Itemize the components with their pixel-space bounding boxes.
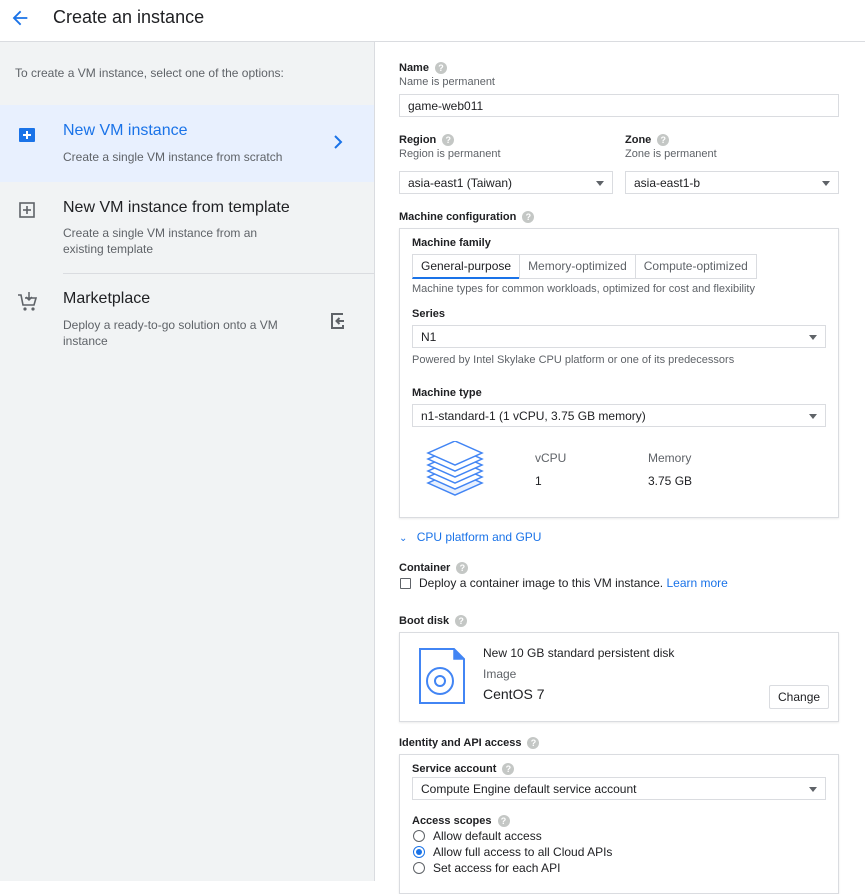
learn-more-link[interactable]: Learn more <box>666 576 727 590</box>
help-icon[interactable]: ? <box>502 763 515 776</box>
machine-type-label: Machine type <box>412 387 482 399</box>
help-icon[interactable]: ? <box>442 134 455 147</box>
container-label: Container? <box>399 562 469 575</box>
boot-disk-card: New 10 GB standard persistent disk Image… <box>399 632 839 722</box>
image-label: Image <box>483 667 517 681</box>
name-input[interactable]: game-web011 <box>399 94 839 117</box>
option-desc: Create a single VM instance from scratch <box>63 150 283 164</box>
help-icon[interactable]: ? <box>522 211 535 224</box>
region-sub: Region is permanent <box>399 148 501 160</box>
tab-compute-optimized[interactable]: Compute-optimized <box>634 254 757 279</box>
series-label: Series <box>412 308 446 320</box>
help-icon[interactable]: ? <box>434 62 447 75</box>
series-desc: Powered by Intel Skylake CPU platform or… <box>412 354 735 366</box>
expand-chevron-icon: ⌄ <box>399 533 408 544</box>
identity-card: Service account? Compute Engine default … <box>399 754 839 894</box>
region-label: Region? <box>399 134 455 147</box>
dropdown-arrow-icon <box>809 414 817 419</box>
image-value: CentOS 7 <box>483 686 545 702</box>
scope-option-label: Set access for each API <box>433 861 561 875</box>
machine-stack-icon <box>426 441 484 496</box>
boot-disk-desc: New 10 GB standard persistent disk <box>483 646 675 660</box>
help-icon[interactable]: ? <box>455 615 468 628</box>
machine-family-label: Machine family <box>412 237 491 249</box>
memory-label: Memory <box>648 451 692 465</box>
service-account-select[interactable]: Compute Engine default service account <box>412 777 826 800</box>
scope-radio-full[interactable] <box>413 846 425 858</box>
scope-option-label: Allow full access to all Cloud APIs <box>433 845 613 859</box>
chevron-right-icon <box>334 135 343 149</box>
open-external-icon <box>331 313 344 329</box>
series-select[interactable]: N1 <box>412 325 826 348</box>
option-title: New VM instance from template <box>63 199 290 216</box>
tab-memory-optimized[interactable]: Memory-optimized <box>519 254 636 279</box>
machine-type-select[interactable]: n1-standard-1 (1 vCPU, 3.75 GB memory) <box>412 404 826 427</box>
tab-general-purpose[interactable]: General-purpose <box>412 254 521 279</box>
zone-select[interactable]: asia-east1-b <box>625 171 839 194</box>
disk-icon <box>419 648 465 704</box>
service-account-label: Service account? <box>412 763 515 776</box>
option-desc: Deploy a ready-to-go solution onto a VM … <box>63 318 278 348</box>
vcpu-value: 1 <box>535 474 542 488</box>
scope-radio-default[interactable] <box>413 830 425 842</box>
add-box-icon <box>19 128 35 142</box>
option-from-template[interactable]: New VM instance from template Create a s… <box>0 182 374 274</box>
machine-family-tabs: General-purpose Memory-optimized Compute… <box>412 254 757 279</box>
machine-config-label: Machine configuration? <box>399 211 535 224</box>
page-title: Create an instance <box>53 7 205 27</box>
option-desc: Create a single VM instance from an exis… <box>63 226 258 256</box>
options-panel: To create a VM instance, select one of t… <box>0 42 375 881</box>
options-intro: To create a VM instance, select one of t… <box>15 66 284 80</box>
dropdown-arrow-icon <box>809 335 817 340</box>
marketplace-cart-icon <box>18 292 38 311</box>
change-button[interactable]: Change <box>769 685 830 709</box>
boot-disk-label: Boot disk? <box>399 615 468 628</box>
top-bar: Create an instance <box>0 0 865 42</box>
option-title: New VM instance <box>63 122 188 139</box>
region-select[interactable]: asia-east1 (Taiwan) <box>399 171 613 194</box>
help-icon[interactable]: ? <box>497 815 510 828</box>
memory-value: 3.75 GB <box>648 474 693 488</box>
container-checkbox[interactable] <box>400 578 411 589</box>
container-checkbox-label: Deploy a container image to this VM inst… <box>419 576 728 590</box>
template-add-icon <box>19 202 35 218</box>
dropdown-arrow-icon <box>809 787 817 792</box>
cpu-gpu-toggle[interactable]: ⌄ CPU platform and GPU <box>399 530 541 544</box>
identity-label: Identity and API access? <box>399 737 540 750</box>
scope-option-label: Allow default access <box>433 829 542 843</box>
option-marketplace[interactable]: Marketplace Deploy a ready-to-go solutio… <box>0 274 374 354</box>
zone-label: Zone? <box>625 134 670 147</box>
cpu-gpu-link[interactable]: CPU platform and GPU <box>417 530 542 544</box>
name-label: Name? <box>399 62 447 75</box>
help-icon[interactable]: ? <box>456 562 469 575</box>
dropdown-arrow-icon <box>822 181 830 186</box>
access-scopes-label: Access scopes? <box>412 815 510 828</box>
vcpu-label: vCPU <box>535 451 567 465</box>
machine-family-desc: Machine types for common workloads, opti… <box>412 283 755 295</box>
machine-config-card: Machine family General-purpose Memory-op… <box>399 228 839 518</box>
name-sub: Name is permanent <box>399 76 495 88</box>
back-arrow-icon[interactable] <box>9 7 31 29</box>
zone-sub: Zone is permanent <box>625 148 717 160</box>
help-icon[interactable]: ? <box>527 737 540 750</box>
option-title: Marketplace <box>63 290 151 307</box>
scope-radio-each[interactable] <box>413 862 425 874</box>
help-icon[interactable]: ? <box>657 134 670 147</box>
option-new-vm-instance[interactable]: New VM instance Create a single VM insta… <box>0 105 374 182</box>
dropdown-arrow-icon <box>596 181 604 186</box>
